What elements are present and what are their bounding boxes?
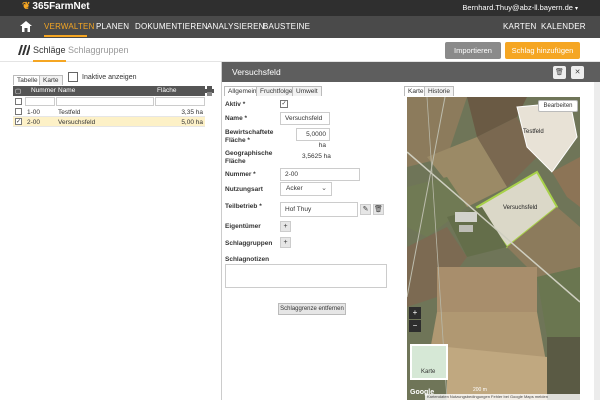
row-checkbox-checked[interactable]: ✓ — [15, 118, 22, 125]
tab-fruchtfolge[interactable]: Fruchtfolge — [256, 86, 297, 96]
nav-active-indicator — [44, 35, 87, 37]
remove-boundary-button[interactable]: Schlaggrenze entfernen — [278, 303, 346, 315]
label-nutzungsart: Nutzungsart — [225, 186, 263, 193]
column-name[interactable]: Name — [58, 87, 75, 94]
teilbetrieb-input[interactable]: Hof Thuy — [280, 202, 358, 217]
nav-karten[interactable]: KARTEN — [503, 22, 537, 31]
map-scale: 200 m — [473, 387, 487, 393]
detail-header: Versuchsfeld 🗑 ✕ — [222, 62, 600, 82]
row-name: Testfeld — [58, 109, 81, 116]
field-list-panel: Tabelle Karte Inaktive anzeigen ▢ Nummer… — [0, 62, 220, 400]
app-logo[interactable]: ❦ 365FarmNet — [22, 1, 90, 12]
nummer-input[interactable]: 2-00 — [280, 168, 360, 181]
geographische-flaeche-value: 3,5625 ha — [302, 153, 331, 160]
header-select-icon: ▢ — [15, 88, 22, 95]
add-owner-plus-icon[interactable]: + — [280, 221, 291, 232]
nutzungsart-select[interactable]: Acker ⌄ — [280, 182, 332, 196]
field-detail-panel: Versuchsfeld 🗑 ✕ Allgemein Fruchtfolge U… — [221, 62, 600, 400]
edit-map-button[interactable]: Bearbeiten — [538, 100, 578, 112]
pencil-icon[interactable]: ✎ — [360, 204, 371, 215]
map-type-toggle[interactable]: Karte — [410, 344, 448, 380]
detail-title: Versuchsfeld — [232, 67, 281, 77]
row-area: 5,00 ha — [181, 119, 203, 126]
row-number: 1-00 — [27, 109, 41, 116]
label-schlaggruppen: Schlaggruppen — [225, 240, 273, 247]
delete-icon[interactable]: 🗑 — [373, 204, 384, 215]
map-attribution[interactable]: Kartendaten Nutzungsbedingungen Fehler b… — [425, 394, 580, 400]
label-name: Name * — [225, 115, 248, 122]
label-geographische-flaeche: Geographische Fläche — [225, 150, 273, 165]
label-schlagnotizen: Schlagnotizen — [225, 256, 270, 263]
nav-verwalten[interactable]: VERWALTEN — [44, 22, 95, 31]
import-button[interactable]: Importieren — [445, 42, 501, 59]
bewirtschaftete-flaeche-input[interactable]: 5,0000 ha — [296, 128, 330, 149]
add-group-plus-icon[interactable]: + — [280, 237, 291, 248]
table-header: ▢ Nummer Name Fläche — [13, 86, 205, 96]
nav-kalender[interactable]: KALENDER — [541, 22, 586, 31]
notes-textarea[interactable] — [225, 264, 387, 288]
user-menu[interactable]: Bernhard.Thuy@abz-ll.bayern.de ▾ — [462, 3, 578, 12]
tab-tabelle[interactable]: Tabelle — [13, 75, 42, 85]
label-aktiv: Aktiv * — [225, 101, 246, 108]
map-label-versuchsfeld: Versuchsfeld — [503, 205, 538, 211]
tab-schlaege[interactable]: Schläge — [33, 45, 66, 55]
tab-umwelt[interactable]: Umwelt — [292, 86, 322, 96]
name-input[interactable]: Versuchsfeld — [280, 112, 330, 125]
print-icon[interactable] — [205, 86, 214, 96]
trash-icon[interactable]: 🗑 — [553, 66, 566, 79]
row-checkbox[interactable] — [15, 108, 22, 115]
field-icon — [18, 45, 30, 55]
zoom-in-button[interactable]: + — [409, 307, 421, 319]
label-eigentuemer: Eigentümer — [225, 223, 261, 230]
filter-name-input[interactable] — [56, 97, 154, 106]
row-name: Versuchsfeld — [58, 119, 96, 126]
aktiv-checkbox[interactable]: ✓ — [280, 100, 288, 108]
main-nav: VERWALTEN PLANEN DOKUMENTIEREN ANALYSIER… — [0, 16, 600, 38]
caret-down-icon: ▾ — [574, 6, 578, 12]
tab-schlaggruppen[interactable]: Schlaggruppen — [68, 45, 129, 55]
home-icon[interactable] — [20, 21, 32, 32]
inactive-label: Inaktive anzeigen — [82, 74, 137, 81]
label-bewirtschaftete-flaeche: Bewirtschaftete Fläche * — [225, 129, 274, 144]
tab-karte-list[interactable]: Karte — [39, 75, 63, 85]
table-row[interactable]: 1-00 Testfeld 3,35 ha — [13, 107, 205, 117]
add-field-button[interactable]: Schlag hinzufügen — [505, 42, 580, 59]
filter-nummer-input[interactable] — [25, 97, 55, 106]
chevron-down-icon: ⌄ — [321, 185, 327, 192]
row-number: 2-00 — [27, 119, 41, 126]
label-nummer: Nummer * — [225, 171, 256, 178]
inactive-checkbox[interactable] — [68, 72, 78, 82]
column-flaeche[interactable]: Fläche — [157, 87, 177, 94]
row-area: 3,35 ha — [181, 109, 203, 116]
scrollbar[interactable] — [594, 82, 600, 400]
select-all-checkbox[interactable] — [15, 98, 22, 105]
nav-planen[interactable]: PLANEN — [96, 22, 129, 31]
nav-dokumentieren[interactable]: DOKUMENTIEREN — [135, 22, 208, 31]
filter-row — [13, 97, 205, 106]
table-row-selected[interactable]: ✓ 2-00 Versuchsfeld 5,00 ha — [13, 117, 205, 127]
column-nummer[interactable]: Nummer — [31, 87, 56, 94]
top-bar: ❦ 365FarmNet Bernhard.Thuy@abz-ll.bayern.… — [0, 0, 600, 16]
nav-analysieren[interactable]: ANALYSIEREN — [207, 22, 265, 31]
satellite-map[interactable]: Bearbeiten Testfeld Versuchsfeld + − Kar… — [407, 97, 580, 400]
tab-historie[interactable]: Historie — [424, 86, 455, 96]
filter-flaeche-input[interactable] — [155, 97, 205, 106]
map-label-testfeld: Testfeld — [523, 129, 544, 135]
zoom-out-button[interactable]: − — [409, 320, 421, 332]
nav-bausteine[interactable]: BAUSTEINE — [263, 22, 310, 31]
label-teilbetrieb: Teilbetrieb * — [225, 203, 262, 210]
close-icon[interactable]: ✕ — [571, 66, 584, 79]
